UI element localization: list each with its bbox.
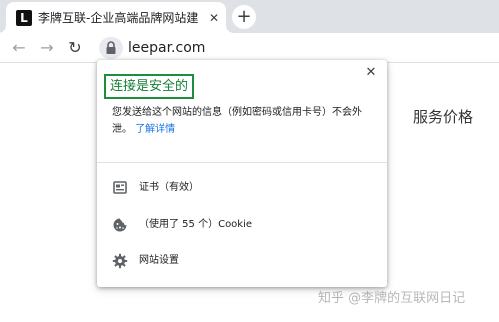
address-bar-url[interactable]: leepar.com <box>128 38 205 58</box>
connection-secure-title: 连接是安全的 <box>104 74 195 99</box>
cookie-icon <box>113 218 127 232</box>
page-heading: 服务价格 <box>413 108 474 126</box>
tab-strip: L 李牌互联-企业高端品牌网站建设 ✕ + <box>0 0 499 33</box>
divider <box>97 162 387 163</box>
certificate-item[interactable]: 证书（有效） <box>97 174 387 202</box>
learn-more-link[interactable]: 了解详情 <box>135 124 175 135</box>
site-security-popup: ✕ 连接是安全的 您发送给这个网站的信息（例如密码或信用卡号）不会外泄。 了解详… <box>97 60 387 287</box>
cookie-item[interactable]: （使用了 55 个）Cookie <box>97 211 387 239</box>
reload-button[interactable]: ↻ <box>64 37 86 59</box>
back-button[interactable]: ← <box>8 37 30 59</box>
site-settings-item[interactable]: 网站设置 <box>97 247 387 275</box>
gear-icon <box>112 253 128 269</box>
certificate-icon <box>113 181 127 194</box>
certificate-label: 证书（有效） <box>139 182 199 193</box>
close-icon[interactable]: ✕ <box>363 65 379 81</box>
lock-icon <box>106 41 116 54</box>
site-info-button[interactable] <box>99 37 123 59</box>
site-settings-label: 网站设置 <box>139 255 179 266</box>
new-tab-button[interactable]: + <box>232 5 256 29</box>
watermark-text: 知乎 @李牌的互联网日记 <box>318 291 466 306</box>
tab-title: 李牌互联-企业高端品牌网站建设 <box>38 11 198 25</box>
cookie-label: （使用了 55 个）Cookie <box>139 219 253 230</box>
tab-close-icon[interactable]: ✕ <box>206 10 222 26</box>
browser-tab[interactable]: L 李牌互联-企业高端品牌网站建设 ✕ <box>0 2 234 33</box>
site-favicon-icon: L <box>16 10 32 26</box>
connection-description: 您发送给这个网站的信息（例如密码或信用卡号）不会外泄。 了解详情 <box>112 104 377 138</box>
forward-button[interactable]: → <box>36 37 58 59</box>
browser-toolbar: ← → ↻ leepar.com <box>0 33 499 63</box>
